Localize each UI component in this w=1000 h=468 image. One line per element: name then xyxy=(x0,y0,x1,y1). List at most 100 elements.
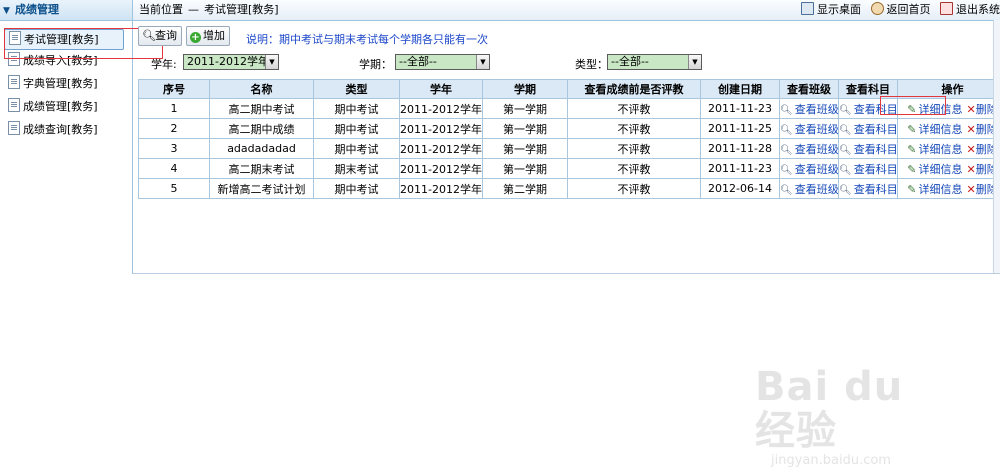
table-row: 5 新增高二考试计划 期中考试 2011-2012学年 第二学期 不评教 201… xyxy=(139,179,1000,199)
view-class-link[interactable]: 🔍︎查看班级 xyxy=(780,119,839,139)
year-filter-label: 学年: xyxy=(151,56,177,72)
sidebar-item-score-import[interactable]: 成绩导入[教务] xyxy=(4,51,122,70)
view-class-label: 查看班级 xyxy=(795,103,839,116)
column-header-name: 名称 xyxy=(210,80,314,99)
view-class-label: 查看班级 xyxy=(795,163,839,176)
cell-term: 第一学期 xyxy=(483,119,568,139)
view-class-link[interactable]: 🔍︎查看班级 xyxy=(780,99,839,119)
term-filter-label: 学期： xyxy=(359,56,392,72)
column-header-view-class: 查看班级 xyxy=(780,80,839,99)
delete-icon: ✕ xyxy=(967,163,976,176)
cell-no: 5 xyxy=(139,179,210,199)
cell-date: 2012-06-14 xyxy=(701,179,780,199)
column-header-type: 类型 xyxy=(314,80,400,99)
table-row: 1 高二期中考试 期中考试 2011-2012学年 第一学期 不评教 2011-… xyxy=(139,99,1000,119)
sidebar-item-dictionary-management[interactable]: 字典管理[教务] xyxy=(4,74,122,93)
exit-system-label: 退出系统 xyxy=(956,3,1000,16)
watermark-logo: Bai du 经验 xyxy=(755,365,955,453)
view-subject-link[interactable]: 🔍︎查看科目 xyxy=(839,139,898,159)
cell-actions: ✎详细信息✕删除 xyxy=(898,139,1000,159)
column-header-evaluation: 查看成绩前是否评教 xyxy=(568,80,701,99)
view-class-link[interactable]: 🔍︎查看班级 xyxy=(780,139,839,159)
column-header-date: 创建日期 xyxy=(701,80,780,99)
search-icon: 🔍︎ xyxy=(780,145,793,156)
view-subject-link[interactable]: 🔍︎查看科目 xyxy=(839,179,898,199)
view-subject-label: 查看科目 xyxy=(854,163,898,176)
show-desktop-label: 显示桌面 xyxy=(817,3,861,16)
search-icon: 🔍︎ xyxy=(780,105,793,116)
top-links: 显示桌面 返回首页 退出系统 xyxy=(795,0,1000,20)
search-icon: 🔍︎ xyxy=(839,125,852,136)
pencil-icon: ✎ xyxy=(907,103,916,116)
view-class-label: 查看班级 xyxy=(795,143,839,156)
view-subject-link[interactable]: 🔍︎查看科目 xyxy=(839,119,898,139)
type-select-value: --全部-- xyxy=(611,55,649,68)
cell-year: 2011-2012学年 xyxy=(400,99,483,119)
detail-link[interactable]: ✎详细信息 xyxy=(907,183,962,196)
watermark-url: jingyan.baidu.com xyxy=(771,453,955,468)
detail-label: 详细信息 xyxy=(919,143,963,156)
detail-link[interactable]: ✎详细信息 xyxy=(907,103,962,116)
column-header-actions: 操作 xyxy=(898,80,1000,99)
delete-icon: ✕ xyxy=(967,183,976,196)
dropdown-arrow-icon: ▼ xyxy=(476,55,489,69)
sidebar-item-score-query[interactable]: 成绩查询[教务] xyxy=(4,120,122,139)
cell-evaluation: 不评教 xyxy=(568,119,701,139)
sidebar-item-score-management[interactable]: 成绩管理[教务] xyxy=(4,97,122,116)
view-subject-link[interactable]: 🔍︎查看科目 xyxy=(839,99,898,119)
view-subject-link[interactable]: 🔍︎查看科目 xyxy=(839,159,898,179)
cell-type: 期中考试 xyxy=(314,119,400,139)
view-class-link[interactable]: 🔍︎查看班级 xyxy=(780,159,839,179)
return-home-label: 返回首页 xyxy=(887,3,931,16)
desktop-icon xyxy=(801,2,814,15)
term-select[interactable]: --全部-- ▼ xyxy=(395,54,490,70)
year-select[interactable]: 2011-2012学年 ▼ xyxy=(183,54,279,70)
search-icon: 🔍︎ xyxy=(839,185,852,196)
breadcrumb: 当前位置—考试管理[教务] xyxy=(139,0,279,20)
view-subject-label: 查看科目 xyxy=(854,143,898,156)
delete-icon: ✕ xyxy=(967,143,976,156)
watermark: Bai du 经验 jingyan.baidu.com xyxy=(755,365,955,445)
search-icon: 🔍︎ xyxy=(142,27,153,45)
detail-link[interactable]: ✎详细信息 xyxy=(907,163,962,176)
chevron-down-icon: ▼ xyxy=(3,1,15,21)
view-subject-label: 查看科目 xyxy=(854,183,898,196)
sidebar-item-exam-management[interactable]: 考试管理[教务] xyxy=(4,29,124,50)
delete-icon: ✕ xyxy=(967,103,976,116)
detail-label: 详细信息 xyxy=(919,103,963,116)
cell-year: 2011-2012学年 xyxy=(400,159,483,179)
detail-link[interactable]: ✎详细信息 xyxy=(907,123,962,136)
cell-actions: ✎详细信息✕删除 xyxy=(898,159,1000,179)
exit-system-link[interactable]: 退出系统 xyxy=(940,0,1000,20)
sidebar-header-label: 成绩管理 xyxy=(15,3,59,16)
column-header-view-subject: 查看科目 xyxy=(839,80,898,99)
query-button-label: 查询 xyxy=(155,29,177,42)
view-class-link[interactable]: 🔍︎查看班级 xyxy=(780,179,839,199)
cell-name: 高二期中成绩 xyxy=(210,119,314,139)
query-button[interactable]: 🔍︎查询 xyxy=(138,26,182,46)
cell-term: 第一学期 xyxy=(483,159,568,179)
view-class-label: 查看班级 xyxy=(795,183,839,196)
search-icon: 🔍︎ xyxy=(839,145,852,156)
add-button[interactable]: +增加 xyxy=(186,26,230,46)
return-home-link[interactable]: 返回首页 xyxy=(871,0,931,20)
sidebar-header[interactable]: ▼成绩管理 xyxy=(0,0,132,21)
detail-label: 详细信息 xyxy=(919,163,963,176)
sidebar-item-label: 考试管理[教务] xyxy=(24,33,99,46)
column-header-year: 学年 xyxy=(400,80,483,99)
sidebar-item-label: 成绩查询[教务] xyxy=(23,123,98,136)
content-bottom-border xyxy=(133,273,1000,274)
location-label: 当前位置 xyxy=(139,3,183,16)
view-class-label: 查看班级 xyxy=(795,123,839,136)
cell-name: 高二期末考试 xyxy=(210,159,314,179)
current-page: 考试管理[教务] xyxy=(204,3,279,16)
show-desktop-link[interactable]: 显示桌面 xyxy=(801,0,861,20)
detail-link[interactable]: ✎详细信息 xyxy=(907,143,962,156)
column-header-term: 学期 xyxy=(483,80,568,99)
vertical-scrollbar[interactable] xyxy=(993,20,1000,274)
type-select[interactable]: --全部-- ▼ xyxy=(607,54,702,70)
sidebar-item-label: 成绩导入[教务] xyxy=(23,54,98,67)
term-select-value: --全部-- xyxy=(399,55,437,68)
cell-evaluation: 不评教 xyxy=(568,139,701,159)
cell-term: 第二学期 xyxy=(483,179,568,199)
